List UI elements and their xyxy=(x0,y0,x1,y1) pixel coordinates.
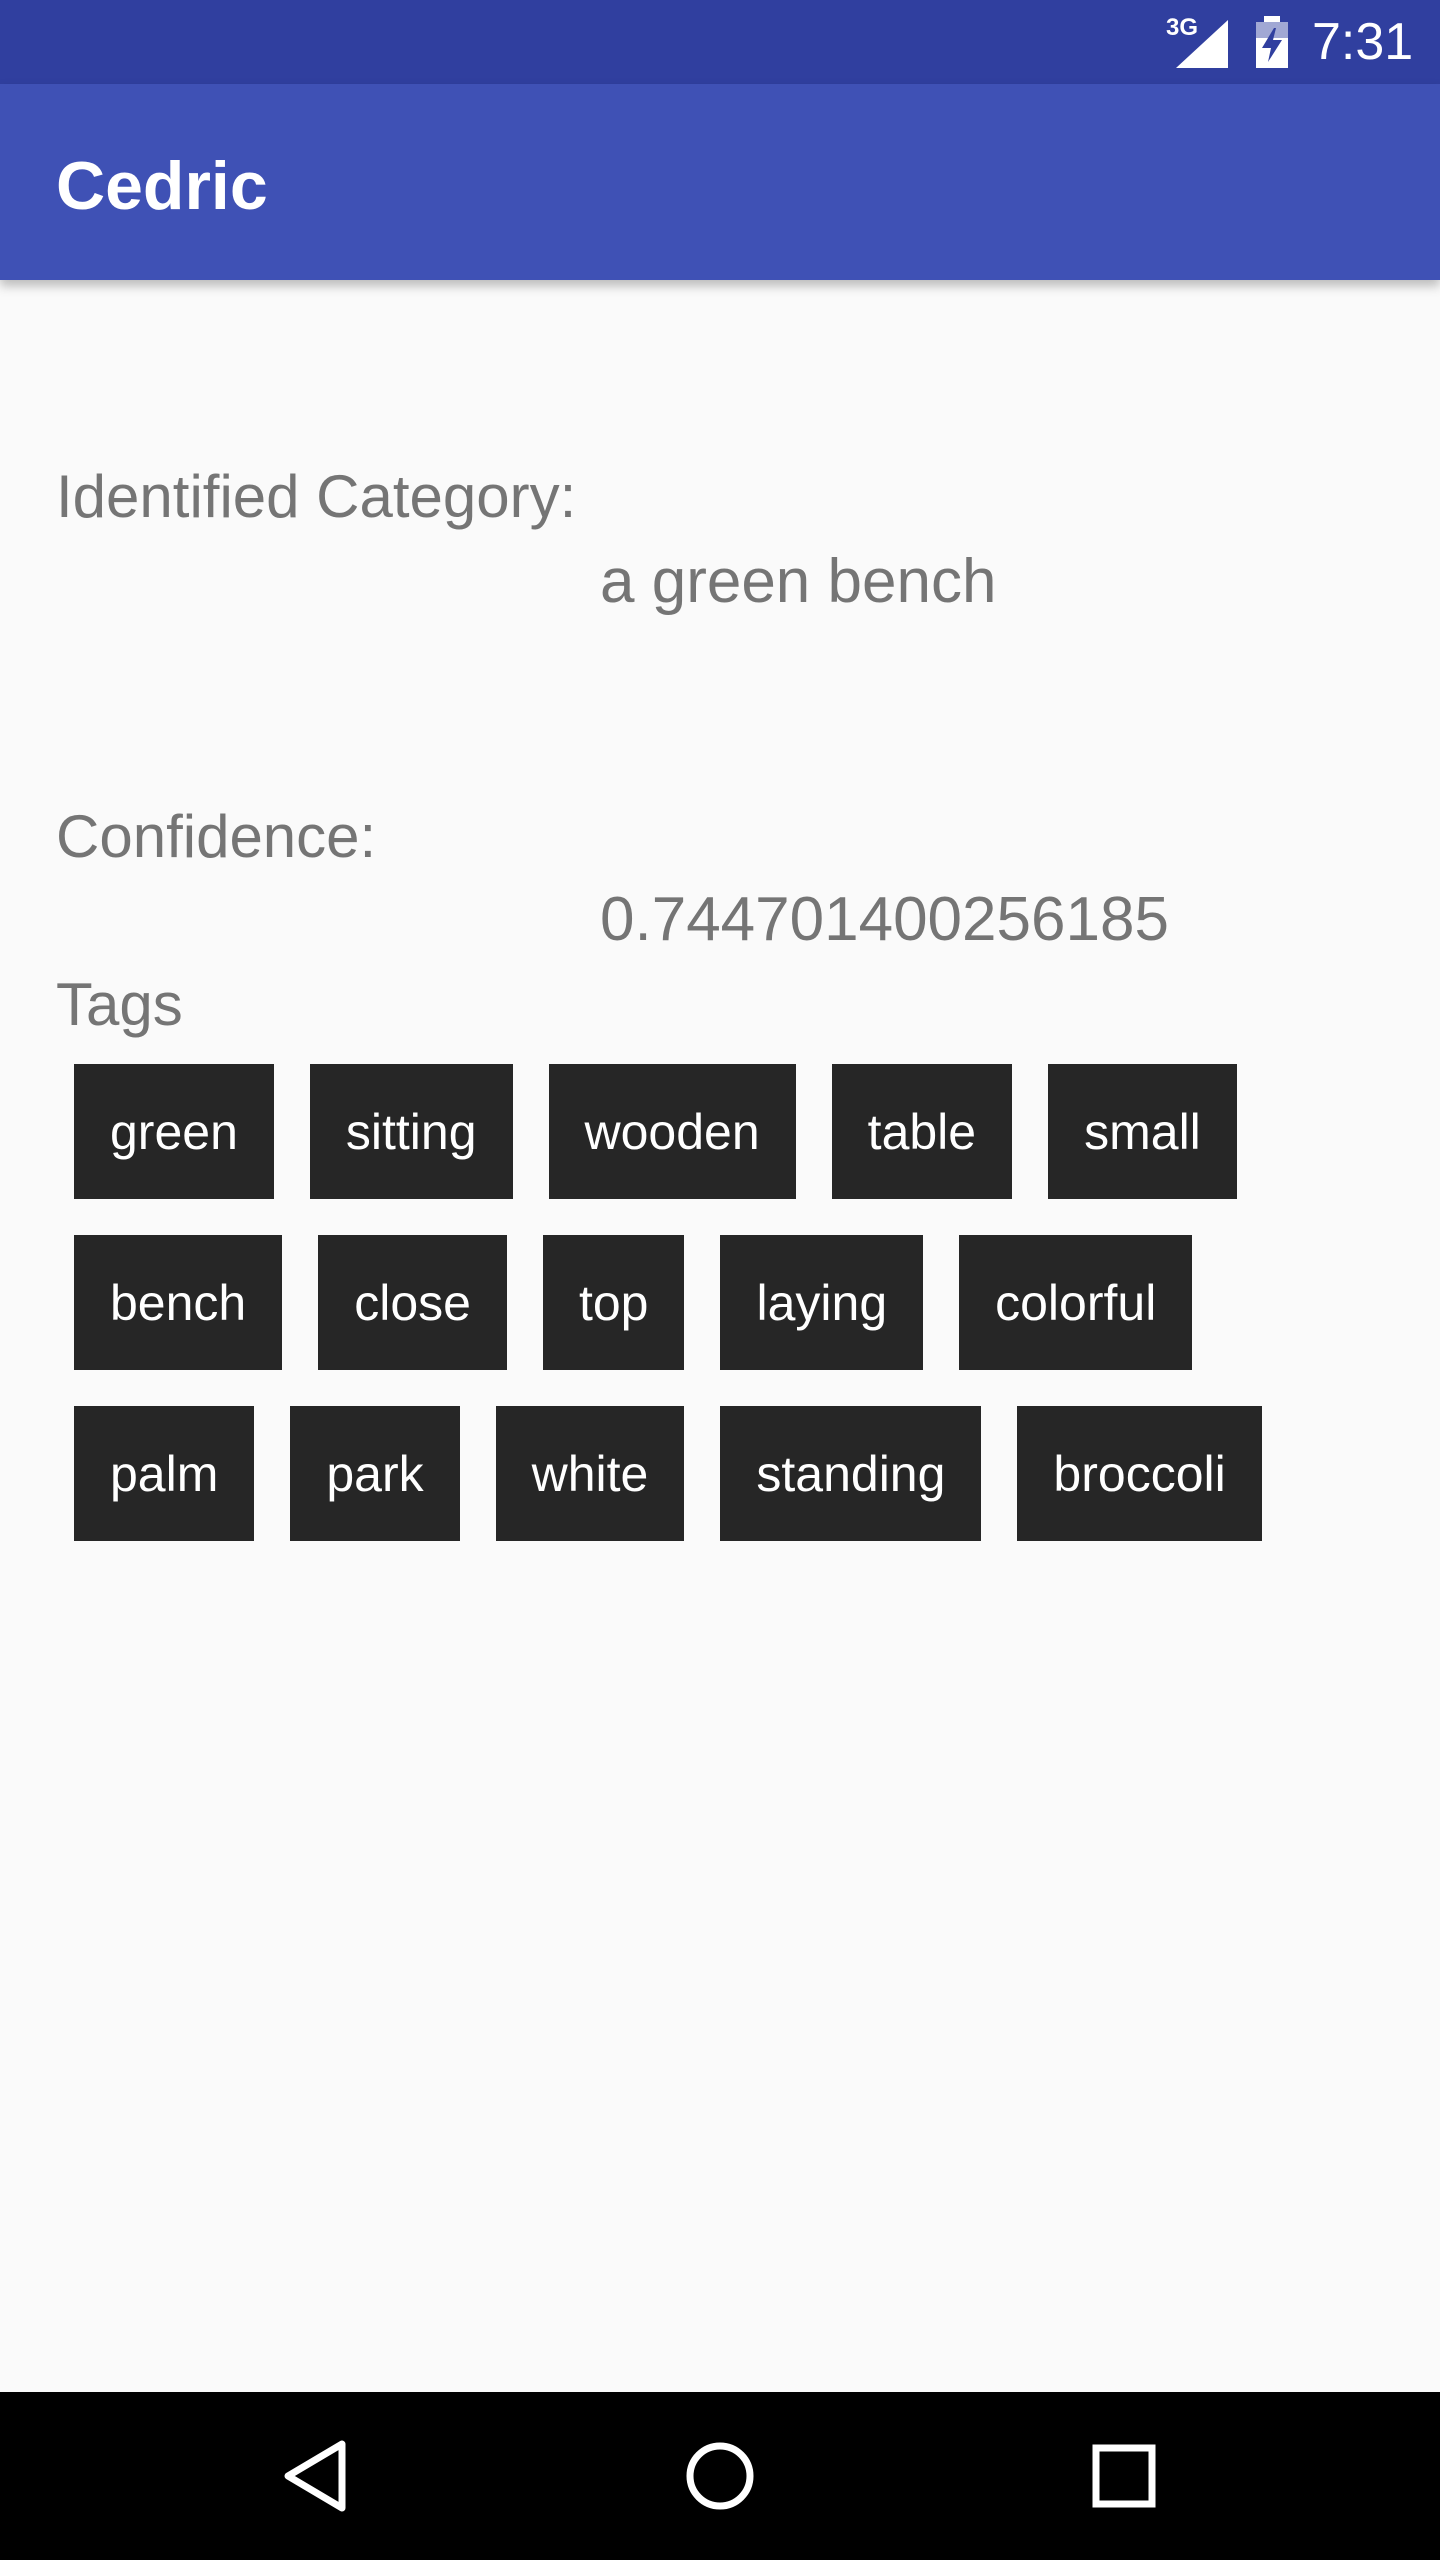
category-label: Identified Category: xyxy=(56,463,577,530)
category-value: a green bench xyxy=(600,547,997,616)
tag-chip[interactable]: bench xyxy=(74,1235,283,1370)
tag-chip[interactable]: sitting xyxy=(309,1064,513,1199)
tag-chip[interactable]: table xyxy=(831,1064,1013,1199)
app-bar: Cedric xyxy=(0,84,1440,280)
tag-list: green sitting wooden table small bench c… xyxy=(74,1064,1374,1577)
tag-row: bench close top laying colorful xyxy=(74,1235,1374,1370)
tags-label: Tags xyxy=(56,971,183,1038)
home-icon[interactable] xyxy=(674,2430,766,2522)
tag-row: green sitting wooden table small xyxy=(74,1064,1374,1199)
recents-icon[interactable] xyxy=(1078,2430,1170,2522)
signal-icon xyxy=(1176,20,1228,68)
tag-chip[interactable]: standing xyxy=(720,1406,982,1541)
tag-chip[interactable]: broccoli xyxy=(1017,1406,1262,1541)
confidence-value: 0.744701400256185 xyxy=(600,885,1169,954)
tag-chip[interactable]: top xyxy=(542,1235,685,1370)
tag-chip[interactable]: laying xyxy=(720,1235,924,1370)
navigation-bar xyxy=(0,2392,1440,2560)
confidence-label: Confidence: xyxy=(56,803,377,870)
tag-chip[interactable]: colorful xyxy=(959,1235,1193,1370)
tag-chip[interactable]: palm xyxy=(74,1406,255,1541)
tag-chip[interactable]: small xyxy=(1048,1064,1237,1199)
tag-chip[interactable]: park xyxy=(290,1406,460,1541)
battery-charging-icon xyxy=(1256,16,1288,68)
tag-chip[interactable]: white xyxy=(495,1406,685,1541)
app-title: Cedric xyxy=(56,148,268,224)
tag-chip[interactable]: green xyxy=(74,1064,274,1199)
back-icon[interactable] xyxy=(270,2430,362,2522)
clock: 7:31 xyxy=(1312,13,1414,71)
tag-row: palm park white standing broccoli xyxy=(74,1406,1374,1541)
tag-chip[interactable]: close xyxy=(318,1235,507,1370)
status-bar: 3G 7:31 xyxy=(0,0,1440,84)
tag-chip[interactable]: wooden xyxy=(548,1064,796,1199)
